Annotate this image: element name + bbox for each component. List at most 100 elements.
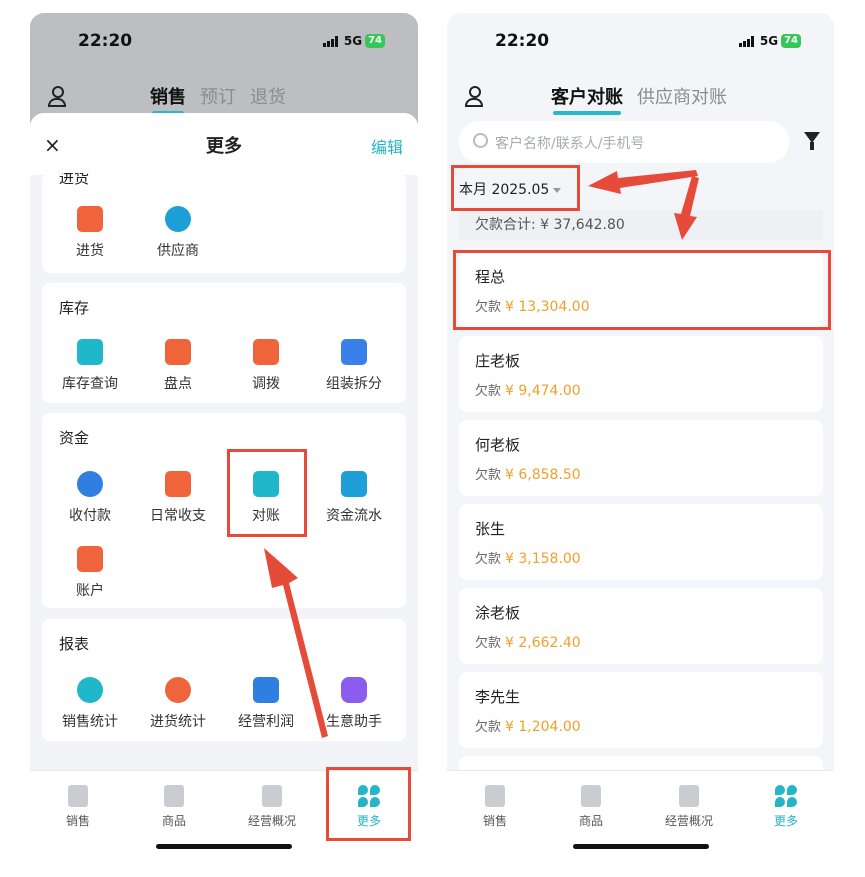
edit-button[interactable]: 编辑 [371, 134, 403, 158]
filter-icon[interactable] [804, 132, 820, 150]
highlight-more-tab [326, 767, 411, 841]
search-icon [473, 133, 488, 148]
sales-icon [485, 785, 505, 807]
status-time: 22:20 [495, 31, 550, 51]
signal-icon [738, 35, 757, 47]
customer-debt: 欠款 ¥ 9,474.00 [475, 380, 581, 399]
cart-icon [77, 206, 103, 232]
customer-name: 庄老板 [475, 352, 521, 370]
home-indicator [156, 844, 292, 849]
menu-item-label: 盘点 [164, 376, 192, 392]
status-bar: 22:20 5G 74 [447, 13, 834, 68]
menu-item-purchase[interactable]: 进货 [46, 206, 134, 260]
assembly-icon [341, 339, 367, 365]
customer-card[interactable]: 庄老板 欠款 ¥ 9,474.00 [459, 336, 823, 412]
tab-customer-reconcile[interactable]: 客户对账 [551, 83, 623, 115]
menu-item-label: 供应商 [157, 243, 199, 259]
status-signal: 5G 74 [322, 34, 385, 48]
sales-icon [68, 785, 88, 807]
menu-item-sales-stats[interactable]: 销售统计 [46, 677, 134, 731]
bottom-tab-bar: 销售 商品 经营概况 更多 [447, 770, 834, 863]
menu-item-label: 调拨 [252, 376, 280, 392]
menu-item-label: 生意助手 [326, 714, 382, 730]
menu-item-label: 经营利润 [238, 714, 294, 730]
section-inventory: 库存 库存查询 盘点 调拨 组装拆分 [42, 283, 406, 403]
menu-item-daily-expense[interactable]: 日常收支 [134, 471, 222, 525]
tab-bar-sales[interactable]: 销售 [38, 785, 118, 829]
signal-icon [322, 35, 341, 47]
total-debt-label: 欠款合计: ¥ 37,642.80 [475, 217, 625, 233]
menu-item-profit[interactable]: 经营利润 [222, 677, 310, 731]
tab-bar-sales[interactable]: 销售 [455, 785, 535, 829]
payment-icon [77, 471, 103, 497]
status-bar: 22:20 5G 74 [30, 13, 418, 68]
debt-amount: ¥ 1,204.00 [505, 719, 581, 735]
menu-item-account[interactable]: 账户 [46, 546, 134, 600]
section-purchase: 进货 进货 供应商 [42, 173, 406, 273]
network-type: 5G [759, 34, 779, 48]
menu-item-cashflow[interactable]: 资金流水 [310, 471, 398, 525]
debt-label: 欠款 [475, 636, 502, 651]
network-type: 5G [343, 34, 363, 48]
menu-item-label: 资金流水 [326, 508, 382, 524]
section-reports: 报表 销售统计 进货统计 经营利润 生意助手 [42, 619, 406, 741]
debt-label: 欠款 [475, 468, 502, 483]
customer-name: 涂老板 [475, 604, 521, 622]
menu-item-label: 进货 [76, 243, 104, 259]
customer-card[interactable]: 张生 欠款 ¥ 3,158.00 [459, 504, 823, 580]
menu-item-purchase-stats[interactable]: 进货统计 [134, 677, 222, 731]
goods-icon [581, 785, 601, 807]
sales-stats-icon [77, 677, 103, 703]
tab-return[interactable]: 退货 [250, 83, 286, 109]
tab-label: 经营概况 [664, 814, 713, 828]
tab-bar-overview[interactable]: 经营概况 [232, 785, 312, 829]
customer-card[interactable]: 涂老板 欠款 ¥ 2,662.40 [459, 588, 823, 664]
section-title: 进货 [59, 173, 90, 187]
tab-bar-goods[interactable]: 商品 [551, 785, 631, 829]
debt-amount: ¥ 2,662.40 [505, 635, 581, 651]
menu-item-label: 进货统计 [150, 714, 206, 730]
tab-reserve[interactable]: 预订 [200, 83, 236, 109]
sheet-header: × 更多 编辑 [30, 113, 418, 175]
ai-assistant-icon [341, 677, 367, 703]
menu-item-label: 账户 [76, 583, 104, 599]
goods-icon [164, 785, 184, 807]
customer-card[interactable]: 李先生 欠款 ¥ 1,204.00 [459, 672, 823, 748]
tab-supplier-reconcile[interactable]: 供应商对账 [637, 83, 727, 109]
total-debt: 欠款合计: ¥ 37,642.80 [459, 210, 823, 240]
tab-bar-more[interactable]: 更多 [746, 785, 826, 829]
section-title: 报表 [59, 635, 90, 653]
menu-item-payment[interactable]: 收付款 [46, 471, 134, 525]
purchase-stats-icon [165, 677, 191, 703]
menu-item-label: 收付款 [69, 508, 111, 524]
more-screen: 22:20 5G 74 销售 预订 退货 × 更多 编辑 进货 进货 供应商 库… [30, 13, 418, 863]
menu-item-supplier[interactable]: 供应商 [134, 206, 222, 260]
menu-item-ai-assistant[interactable]: 生意助手 [310, 677, 398, 731]
search-input[interactable]: 客户名称/联系人/手机号 [459, 121, 789, 163]
customer-card[interactable]: 何老板 欠款 ¥ 6,858.50 [459, 420, 823, 496]
customer-debt: 欠款 ¥ 2,662.40 [475, 632, 581, 651]
inventory-search-icon [77, 339, 103, 365]
menu-item-transfer[interactable]: 调拨 [222, 339, 310, 393]
menu-item-assembly[interactable]: 组装拆分 [310, 339, 398, 393]
daily-expense-icon [165, 471, 191, 497]
debt-label: 欠款 [475, 720, 502, 735]
debt-amount: ¥ 3,158.00 [505, 551, 581, 567]
tab-label: 商品 [578, 814, 603, 828]
customer-debt: 欠款 ¥ 1,204.00 [475, 716, 581, 735]
battery-icon: 74 [365, 34, 385, 48]
debt-amount: ¥ 6,858.50 [505, 467, 581, 483]
reconcile-screen: 22:20 5G 74 客户对账 供应商对账 客户名称/联系人/手机号 本月 2… [447, 13, 834, 863]
menu-item-label: 组装拆分 [326, 376, 382, 392]
section-title: 库存 [59, 299, 90, 317]
menu-item-stocktake[interactable]: 盘点 [134, 339, 222, 393]
tab-label: 销售 [65, 814, 90, 828]
user-icon[interactable] [48, 86, 66, 107]
overview-icon [262, 785, 282, 807]
user-icon[interactable] [465, 86, 483, 107]
tab-bar-goods[interactable]: 商品 [134, 785, 214, 829]
menu-item-inventory-search[interactable]: 库存查询 [46, 339, 134, 393]
customer-name: 何老板 [475, 436, 521, 454]
tab-sales[interactable]: 销售 [150, 83, 186, 115]
tab-bar-overview[interactable]: 经营概况 [649, 785, 729, 829]
